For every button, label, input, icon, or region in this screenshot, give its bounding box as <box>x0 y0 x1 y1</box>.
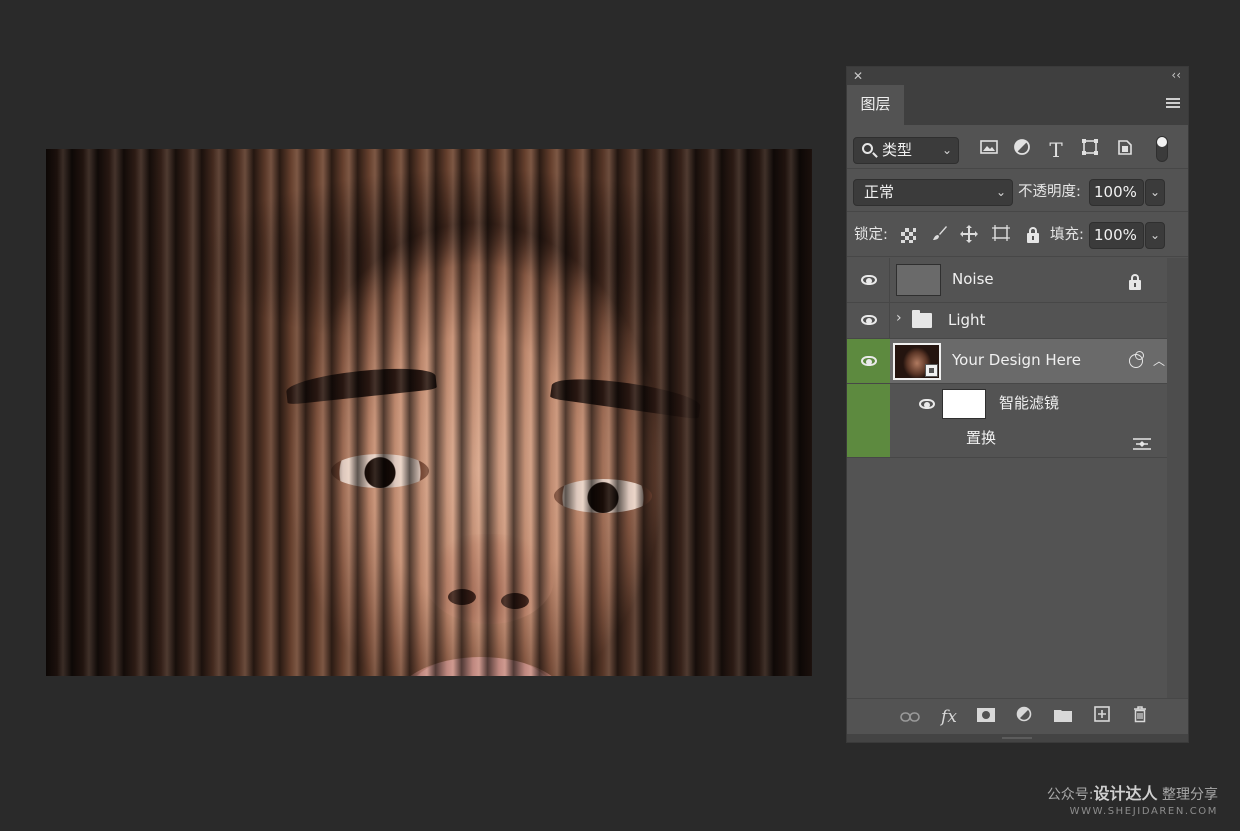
layer-thumbnail <box>893 343 941 380</box>
layer-name: Noise <box>952 270 994 288</box>
filter-toggle-switch[interactable] <box>1156 136 1168 162</box>
watermark-suffix: 整理分享 <box>1162 787 1218 803</box>
link-layers-icon[interactable] <box>899 706 921 728</box>
filter-kind-label: 类型 <box>882 141 913 159</box>
filter-kind-select[interactable]: 类型 ⌄ <box>853 137 959 164</box>
lock-position-icon[interactable] <box>958 224 980 246</box>
chevron-down-icon: ⌄ <box>941 143 952 157</box>
eye-icon[interactable] <box>919 399 935 409</box>
layer-row-noise[interactable]: Noise <box>847 258 1167 303</box>
panel-bottom-toolbar: fx <box>847 698 1188 734</box>
lock-row: 锁定: 填充: 100% ⌄ <box>847 213 1188 257</box>
layer-thumbnail <box>896 264 941 296</box>
chevron-right-icon[interactable]: › <box>896 310 902 326</box>
close-icon[interactable]: ✕ <box>853 69 863 83</box>
blend-mode-value: 正常 <box>864 183 895 201</box>
layer-row-your-design-here[interactable]: Your Design Here <box>847 339 1167 384</box>
collapse-panel-icon[interactable]: ‹‹ <box>1171 68 1181 82</box>
eye-icon <box>861 315 877 325</box>
shape-filter-icon[interactable] <box>1078 138 1102 162</box>
panel-tabbar: 图层 <box>847 85 1188 125</box>
eye-icon <box>861 356 877 366</box>
layer-filter-row: 类型 ⌄ T <box>847 125 1188 169</box>
fill-label: 填充: <box>1050 227 1084 243</box>
smart-filter-mask-thumbnail[interactable] <box>942 389 986 419</box>
panel-resize-grip[interactable] <box>847 734 1188 742</box>
lock-label: 锁定: <box>854 227 888 243</box>
add-mask-icon[interactable] <box>975 706 997 728</box>
eye-icon <box>861 275 877 285</box>
layer-name: Light <box>948 311 986 329</box>
opacity-label: 不透明度: <box>1018 184 1081 200</box>
layer-style-fx-icon[interactable]: fx <box>938 706 960 728</box>
watermark-line-1: 公众号:设计达人 整理分享 <box>1047 780 1218 804</box>
type-filter-icon[interactable]: T <box>1044 138 1068 162</box>
image-filter-icon[interactable] <box>977 138 1001 162</box>
blend-row: 正常 ⌄ 不透明度: 100% ⌄ <box>847 170 1188 212</box>
stripe-displacement-overlay <box>46 149 812 676</box>
lock-icon <box>1129 274 1141 290</box>
collapse-effects-icon[interactable]: ︿ <box>1153 352 1165 369</box>
layer-list-scrollbar[interactable] <box>1167 258 1188 698</box>
lock-transparent-pixels-icon[interactable] <box>897 224 919 246</box>
layer-row-light[interactable]: › Light <box>847 303 1167 339</box>
new-group-icon[interactable] <box>1052 706 1074 728</box>
lock-all-icon[interactable] <box>1022 224 1044 246</box>
panel-titlebar: ✕ ‹‹ <box>847 67 1188 85</box>
watermark: 公众号:设计达人 整理分享 WWW.SHEJIDAREN.COM <box>1047 780 1218 817</box>
lock-image-pixels-icon[interactable] <box>929 224 951 246</box>
visibility-toggle[interactable] <box>847 303 890 338</box>
delete-layer-icon[interactable] <box>1129 706 1151 728</box>
layer-name: Your Design Here <box>952 351 1081 369</box>
smart-filter-icon[interactable] <box>1129 351 1144 368</box>
panel-menu-icon[interactable] <box>1166 98 1180 110</box>
visibility-toggle[interactable] <box>847 258 890 302</box>
filter-item-label: 置换 <box>966 429 997 447</box>
selected-indicator <box>847 424 890 457</box>
selected-indicator <box>847 384 890 424</box>
blend-mode-select[interactable]: 正常 ⌄ <box>853 179 1013 206</box>
tab-layers[interactable]: 图层 <box>847 85 904 125</box>
watermark-brand: 设计达人 <box>1093 784 1158 803</box>
smart-filters-row[interactable]: 智能滤镜 <box>847 384 1167 424</box>
opacity-dropdown-button[interactable]: ⌄ <box>1145 179 1165 206</box>
filter-blending-options-icon[interactable] <box>1133 435 1151 454</box>
new-adjustment-layer-icon[interactable] <box>1013 706 1035 728</box>
fill-input[interactable]: 100% <box>1089 222 1144 249</box>
folder-icon <box>912 310 932 328</box>
lock-artboard-icon[interactable] <box>990 224 1012 246</box>
adjustment-filter-icon[interactable] <box>1010 138 1034 162</box>
fill-dropdown-button[interactable]: ⌄ <box>1145 222 1165 249</box>
layer-list: Noise › Light Your Design Here ︿ 智能滤镜 置换 <box>847 258 1188 698</box>
layers-panel: ✕ ‹‹ 图层 类型 ⌄ T 正常 ⌄ 不透明度: 100% ⌄ 锁定: 填充:… <box>846 66 1189 743</box>
document-canvas[interactable] <box>46 149 812 676</box>
opacity-input[interactable]: 100% <box>1089 179 1144 206</box>
search-icon <box>862 143 873 154</box>
new-layer-icon[interactable] <box>1091 706 1113 728</box>
watermark-prefix: 公众号: <box>1046 787 1094 803</box>
watermark-url: WWW.SHEJIDAREN.COM <box>1069 806 1218 817</box>
filter-item-row[interactable]: 置换 <box>847 424 1167 458</box>
visibility-toggle[interactable] <box>847 339 890 383</box>
smart-object-filter-icon[interactable] <box>1113 138 1137 162</box>
chevron-down-icon: ⌄ <box>995 185 1006 199</box>
smart-filters-label: 智能滤镜 <box>999 394 1060 412</box>
smart-object-badge-icon <box>925 364 938 377</box>
